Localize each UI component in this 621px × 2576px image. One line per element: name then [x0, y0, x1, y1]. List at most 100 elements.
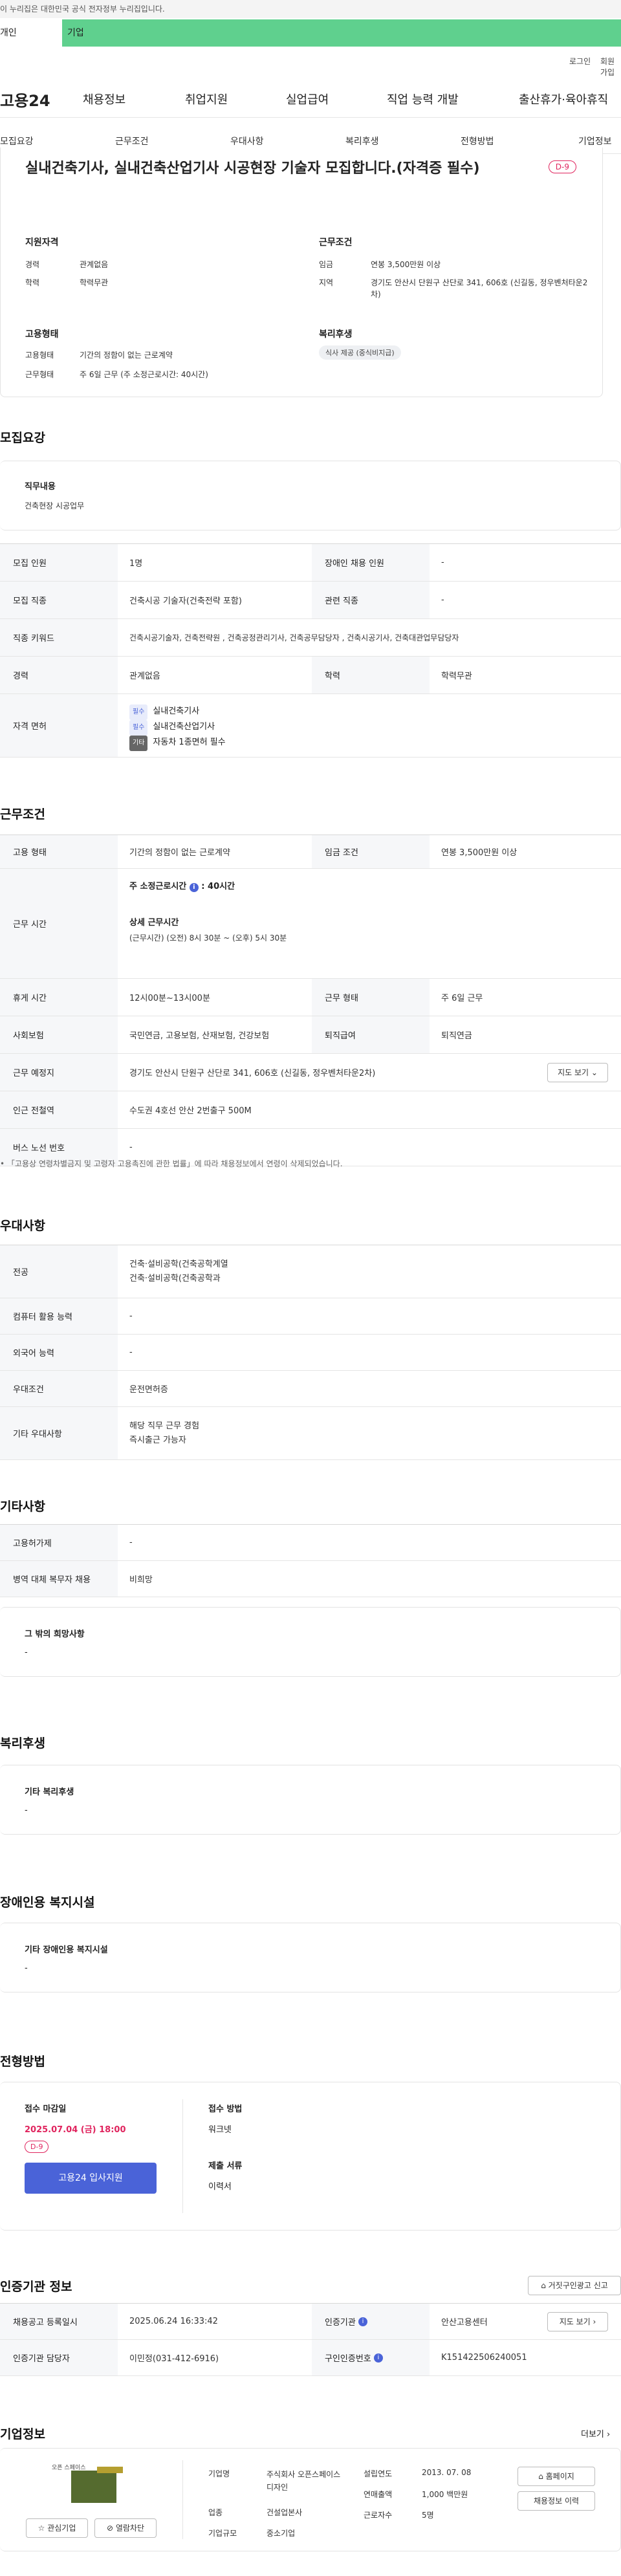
sales-value: 1,000 백만원 — [422, 2490, 468, 2499]
logo-graphic-accent — [97, 2467, 123, 2473]
row-head: 병역 대체 복무자 채용 — [0, 1561, 118, 1597]
age-note-text: 「고용상 연령차별금지 및 고령자 고용촉진에 관한 법률」에 따라 채용정보에… — [6, 1159, 343, 1168]
tab-personal[interactable]: 개인 — [0, 19, 62, 47]
license-tag: 필수 — [129, 704, 148, 720]
section-title-pref: 우대사항 — [0, 1219, 45, 1233]
row-head: 휴게 시간 — [0, 979, 118, 1016]
tab-company[interactable]: 기업 — [67, 19, 84, 47]
career-label: 경력 — [25, 260, 40, 269]
row-value: 국민연금, 고용보험, 산재보험, 건강보험 — [129, 1031, 270, 1041]
license-tag: 기타 — [129, 736, 148, 751]
row-value: K151422506240051 — [441, 2353, 527, 2363]
method-value: 워크넷 — [208, 2125, 232, 2135]
company-logo: 오픈 스페이스 — [32, 2461, 129, 2505]
etc-table: 고용허가제 - 병역 대체 복무자 채용 비희망 — [0, 1524, 621, 1597]
row-head: 근무 형태 — [312, 979, 430, 1016]
pref-table: 전공 건축·설비공학(건축공학계열 건축·설비공학(건축공학과 컴퓨터 활용 능력… — [0, 1245, 621, 1460]
table-row: 전공 건축·설비공학(건축공학계열 건축·설비공학(건축공학과 — [0, 1245, 621, 1298]
subnav-screening[interactable]: 전형방법 — [461, 135, 494, 147]
info-icon[interactable]: i — [373, 2353, 383, 2363]
row-head: 근무 예정지 — [0, 1054, 118, 1091]
benefit-label: 기타 복리후생 — [25, 1787, 74, 1797]
row-head: 임금 조건 — [312, 835, 430, 868]
work-label: 근무형태 — [25, 370, 54, 379]
edu-value: 학력무관 — [80, 278, 109, 287]
row-head: 기타 우대사항 — [0, 1407, 118, 1459]
row-value: 안산고용센터 — [441, 2318, 488, 2328]
subnav-recruit[interactable]: 모집요강 — [0, 135, 34, 147]
gnb-item-training[interactable]: 직업 능력 개발 — [387, 91, 459, 107]
table-row: 모집 인원 1명 장애인 채용 인원 - — [0, 544, 621, 582]
row-head: 인근 전철역 — [0, 1091, 118, 1128]
homepage-button[interactable]: ⌂ 홈페이지 — [518, 2467, 595, 2486]
row-head: 전공 — [0, 1245, 118, 1298]
login-link[interactable]: 로그인 — [569, 56, 591, 67]
row-head: 컴퓨터 활용 능력 — [0, 1298, 118, 1334]
favorite-label: 관심기업 — [47, 2524, 76, 2533]
gnb-item-leave[interactable]: 출산휴가·육아휴직 — [519, 91, 608, 107]
table-row: 인증기관 담당자 이민정(031-412-6916) 구인인증번호 i K1514… — [0, 2340, 621, 2376]
join-link[interactable]: 회원가입 — [600, 56, 621, 78]
report-button-label: 거짓구인광고 신고 — [548, 2281, 608, 2290]
logo[interactable]: 고용24 — [0, 88, 50, 111]
gnb-item-support[interactable]: 취업지원 — [185, 91, 228, 107]
gnb-item-benefit[interactable]: 실업급여 — [286, 91, 329, 107]
map-button[interactable]: 지도 보기 ⌄ — [547, 1063, 608, 1082]
license-name: 실내건축산업기사 — [153, 722, 215, 732]
detail-hours: (근무시간) (오전) 8시 30분 ~ (오후) 5시 30분 — [129, 933, 287, 943]
wage-label: 임금 — [319, 260, 334, 269]
row-value: 관계없음 — [129, 671, 160, 681]
info-icon[interactable]: i — [189, 883, 199, 892]
history-button[interactable]: 채용정보 이력 — [518, 2491, 595, 2511]
screening-box: 접수 마감일 2025.07.04 (금) 18:00 D-9 고용24 입사지… — [0, 2082, 621, 2231]
favorite-button[interactable]: ☆ 관심기업 — [26, 2518, 88, 2538]
row-value: - — [129, 1311, 133, 1321]
deadline-dday: D-9 — [25, 2141, 49, 2153]
row-head: 모집 직종 — [0, 582, 118, 618]
table-row: 휴게 시간 12시00분~13시00분 근무 형태 주 6일 근무 — [0, 979, 621, 1016]
row-value: 건축시공기술자, 건축전략원 , 건축공정관리기사, 건축공무담당자 , 건축시… — [129, 633, 459, 642]
agency-map-button[interactable]: 지도 보기 › — [547, 2312, 608, 2331]
job-desc-box: 직무내용 건축현장 시공업무 — [0, 461, 621, 530]
top-tabs: 개인 기업 — [0, 19, 621, 47]
license-list: 필수 실내건축기사 필수 실내건축산업기사 기타 자동차 1종면허 필수 — [129, 704, 226, 751]
org-label: 인증기관 — [325, 2318, 356, 2328]
row-head: 우대조건 — [0, 1371, 118, 1406]
row-value: 운전면허증 — [129, 1385, 168, 1395]
emp-title: 고용형태 — [25, 329, 59, 340]
row-head: 퇴직급여 — [312, 1016, 430, 1053]
section-title-etc: 기타사항 — [0, 1500, 45, 1514]
row-value: 연봉 3,500만원 이상 — [441, 848, 518, 858]
company-more-link[interactable]: 더보기 › — [581, 2427, 610, 2440]
row-head: 직종 키워드 — [0, 619, 118, 656]
info-icon[interactable]: i — [358, 2317, 367, 2326]
table-row: 직종 키워드 건축시공기술자, 건축전략원 , 건축공정관리기사, 건축공무담당자… — [0, 619, 621, 657]
block-button[interactable]: ⊘ 열람차단 — [94, 2518, 157, 2538]
report-button[interactable]: ⌂ 거짓구인광고 신고 — [528, 2276, 621, 2295]
gnb-item-jobs[interactable]: 채용정보 — [83, 91, 125, 107]
weekly-value: 40시간 — [208, 882, 235, 891]
wage-value: 연봉 3,500만원 이상 — [371, 260, 441, 269]
apply-button[interactable]: 고용24 입사지원 — [25, 2163, 157, 2194]
size-label: 기업규모 — [208, 2529, 237, 2538]
row-head: 고용 형태 — [0, 835, 118, 868]
row-value: 건축시공 기술자(건축전략 포함) — [129, 596, 242, 606]
row-value: 비희망 — [129, 1575, 153, 1585]
emp-type-label: 고용형태 — [25, 351, 54, 360]
subnav-work[interactable]: 근무조건 — [115, 135, 149, 147]
subnav-company[interactable]: 기업정보 — [578, 135, 612, 147]
table-row: 채용공고 등록일시 2025.06.24 16:33:42 인증기관 i 안산고용… — [0, 2304, 621, 2340]
row-head: 관련 직종 — [312, 582, 430, 618]
row-head: 모집 인원 — [0, 544, 118, 581]
table-row: 고용허가제 - — [0, 1525, 621, 1561]
table-row: 근무 예정지 경기도 안산시 단원구 산단로 341, 606호 (신길동, 정우… — [0, 1054, 621, 1091]
cond-title: 근무조건 — [319, 237, 353, 248]
subnav-pref[interactable]: 우대사항 — [230, 135, 264, 147]
table-row: 우대조건 운전면허증 — [0, 1371, 621, 1407]
subnav-benefit[interactable]: 복리후생 — [345, 135, 379, 147]
section-title-benefit: 복리후생 — [0, 1736, 45, 1751]
row-value: 경기도 안산시 단원구 산단로 341, 606호 (신길동, 정우벤처타운2차… — [129, 1069, 376, 1078]
section-title-agency: 인증기관 정보 — [0, 2280, 72, 2294]
name-label: 기업명 — [208, 2469, 230, 2478]
logo-graphic — [71, 2471, 116, 2503]
